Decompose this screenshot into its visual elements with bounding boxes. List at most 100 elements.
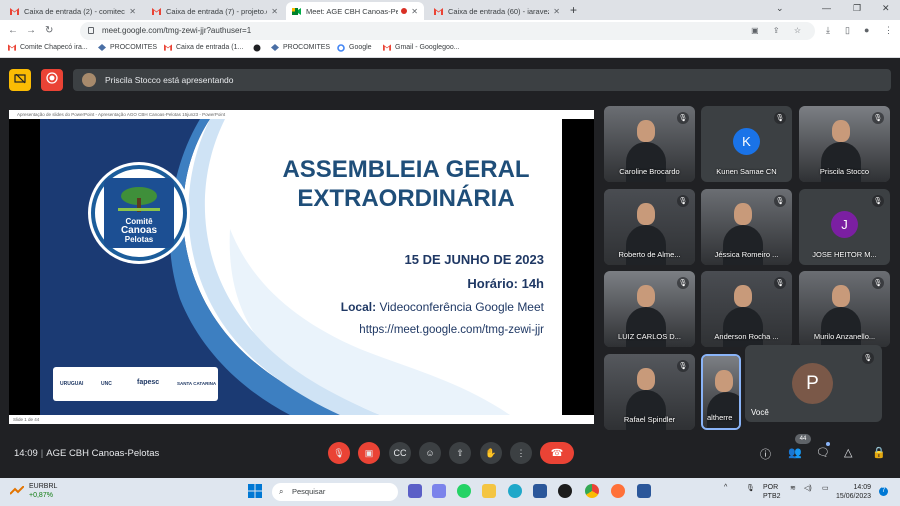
bookmark[interactable]: PROCOMITES — [271, 44, 330, 51]
forward-icon[interactable]: → — [26, 25, 36, 36]
start-icon[interactable] — [248, 484, 262, 498]
leave-call-button[interactable]: ☎ — [540, 442, 574, 464]
participant-name: Roberto de Alme... — [618, 250, 681, 259]
sponsor-sc: SANTA CATARINA — [177, 381, 217, 386]
mic-off-icon: 🎙 — [677, 360, 689, 372]
bookmark-label: Google — [349, 44, 372, 51]
recording-button[interactable] — [41, 69, 63, 91]
participant-body — [626, 390, 666, 430]
emoji-icon: ☺ — [425, 448, 435, 458]
close-tab-icon[interactable]: ✕ — [553, 7, 560, 16]
participant-name: Anderson Rocha ... — [714, 332, 779, 341]
participant-tile[interactable]: J 🎙 JOSE HEITOR M... — [799, 189, 890, 265]
participant-tile[interactable]: 🎙 Anderson Rocha ... — [701, 271, 792, 347]
edge-icon[interactable] — [508, 484, 522, 498]
browser-toolbar: ← → ↻ meet.google.com/tmg-zewi-jjr?authu… — [0, 20, 900, 42]
self-tile[interactable]: P 🎙 Você — [745, 345, 882, 422]
store-icon[interactable] — [533, 484, 547, 498]
participant-tile[interactable]: 🎙 LUIZ CARLOS D... — [604, 271, 695, 347]
stock-widget[interactable]: EURBRL +0,87% — [9, 482, 57, 500]
participant-tile[interactable]: 🎙 Murilo Anzanello... — [799, 271, 890, 347]
new-tab-icon[interactable]: + — [570, 3, 577, 17]
back-icon[interactable]: ← — [8, 25, 18, 36]
restore-icon[interactable]: ❐ — [853, 3, 861, 14]
tab-search-icon[interactable]: ⌄ — [776, 3, 784, 14]
participant-name: Murilo Anzanello... — [813, 332, 876, 341]
activities-icon[interactable]: △ — [844, 446, 852, 459]
bookmark[interactable]: Caixa de entrada (1... — [164, 44, 243, 51]
close-window-icon[interactable]: ✕ — [882, 3, 890, 14]
bookmark[interactable]: PROCOMITES — [98, 44, 157, 51]
chat-icon[interactable]: 🗨 — [816, 446, 830, 459]
chrome-icon[interactable] — [585, 484, 599, 498]
participant-name: Priscila Stocco — [819, 167, 870, 176]
participant-tile[interactable]: K 🎙 Kunen Samae CN — [701, 106, 792, 182]
minimize-icon[interactable]: — — [822, 3, 831, 13]
participant-tile[interactable]: 🎙 Caroline Brocardo — [604, 106, 695, 182]
notification-badge[interactable]: 7 — [879, 487, 888, 496]
host-controls-icon[interactable]: 🔒 — [872, 446, 886, 459]
camera-toggle-button[interactable]: ▣ — [358, 442, 380, 464]
gmail-icon — [434, 7, 443, 15]
task-view-icon[interactable] — [408, 484, 422, 498]
bookmark[interactable]: Gmail - Googlegoo... — [383, 44, 460, 51]
hand-icon: ✋ — [485, 447, 497, 458]
participant-tile[interactable]: 🎙 Rafael Spindler — [604, 354, 695, 430]
dell-icon[interactable] — [558, 484, 572, 498]
browser-tab-active[interactable]: Meet: AGE CBH Canoas-Pelo ✕ — [286, 2, 424, 20]
reactions-button[interactable]: ☺ — [419, 442, 441, 464]
bookmark-label: PROCOMITES — [110, 44, 158, 51]
participant-face — [637, 120, 655, 142]
mic-off-icon: 🎙 — [862, 352, 874, 364]
stop-presenting-button[interactable] — [9, 69, 31, 91]
participant-body — [626, 225, 666, 265]
firefox-icon[interactable] — [611, 484, 625, 498]
teams-icon[interactable] — [432, 484, 446, 498]
participant-name: Kunen Samae CN — [716, 167, 777, 176]
menu-icon[interactable]: ⋮ — [884, 25, 893, 36]
taskbar-search[interactable]: ⌕ Pesquisar — [272, 483, 398, 501]
battery-icon[interactable]: ▭ — [822, 484, 829, 492]
language-indicator[interactable]: POR PTB2 — [763, 483, 781, 501]
mic-toggle-button[interactable]: 🎙 — [328, 442, 350, 464]
reload-icon[interactable]: ↻ — [45, 25, 53, 36]
present-button[interactable]: ⇧ — [449, 442, 471, 464]
location-value: Videoconferência Google Meet — [379, 300, 544, 314]
participant-face — [715, 370, 733, 392]
bookmark[interactable] — [253, 44, 265, 52]
raise-hand-button[interactable]: ✋ — [480, 442, 502, 464]
gmail-icon — [164, 44, 172, 51]
captions-button[interactable]: CC — [389, 442, 411, 464]
participant-tile[interactable]: 🎙 Priscila Stocco — [799, 106, 890, 182]
mic-tray-icon[interactable]: 🎙 — [746, 484, 755, 492]
taskbar-clock[interactable]: 14:09 15/06/2023 — [836, 483, 871, 501]
tab-label: Caixa de entrada (7) - projeto.cb — [166, 6, 268, 16]
address-bar[interactable]: meet.google.com/tmg-zewi-jjr?authuser=1 … — [80, 22, 815, 40]
sidepanel-icon[interactable]: ▯ — [845, 25, 850, 36]
word-icon[interactable] — [637, 484, 651, 498]
browser-tab[interactable]: Caixa de entrada (7) - projeto.cb ✕ — [146, 2, 284, 20]
browser-tab[interactable]: Caixa de entrada (60) - iaravez ✕ — [428, 2, 566, 20]
participant-tile[interactable]: 🎙 Jéssica Romeiro ... — [701, 189, 792, 265]
participant-tile[interactable]: altherre — [701, 354, 741, 430]
address-bar-actions[interactable]: ▣ ⇪ ☆ — [751, 22, 807, 40]
browser-tab[interactable]: Caixa de entrada (2) - comitecha ✕ — [4, 2, 142, 20]
close-tab-icon[interactable]: ✕ — [271, 7, 278, 16]
bookmark[interactable]: Google — [337, 44, 372, 52]
participant-tile[interactable]: 🎙 Roberto de Alme... — [604, 189, 695, 265]
people-icon[interactable]: 👥 — [788, 446, 802, 459]
meeting-time: 14:09 — [14, 448, 38, 459]
wifi-icon[interactable]: ≋ — [790, 484, 796, 492]
show-hidden-icon[interactable]: ^ — [724, 484, 727, 491]
volume-icon[interactable]: ◁) — [804, 484, 812, 492]
more-options-button[interactable]: ⋮ — [510, 442, 532, 464]
participant-face — [637, 368, 655, 390]
profile-icon[interactable]: ● — [864, 25, 869, 35]
close-tab-icon[interactable]: ✕ — [129, 7, 136, 16]
close-tab-icon[interactable]: ✕ — [411, 7, 418, 16]
bookmark[interactable]: Comite Chapecó ira... — [8, 44, 88, 51]
meeting-details-icon[interactable]: ⓘ — [760, 446, 771, 462]
file-explorer-icon[interactable] — [482, 484, 496, 498]
download-icon[interactable]: ⤓ — [826, 25, 830, 36]
whatsapp-icon[interactable] — [457, 484, 471, 498]
